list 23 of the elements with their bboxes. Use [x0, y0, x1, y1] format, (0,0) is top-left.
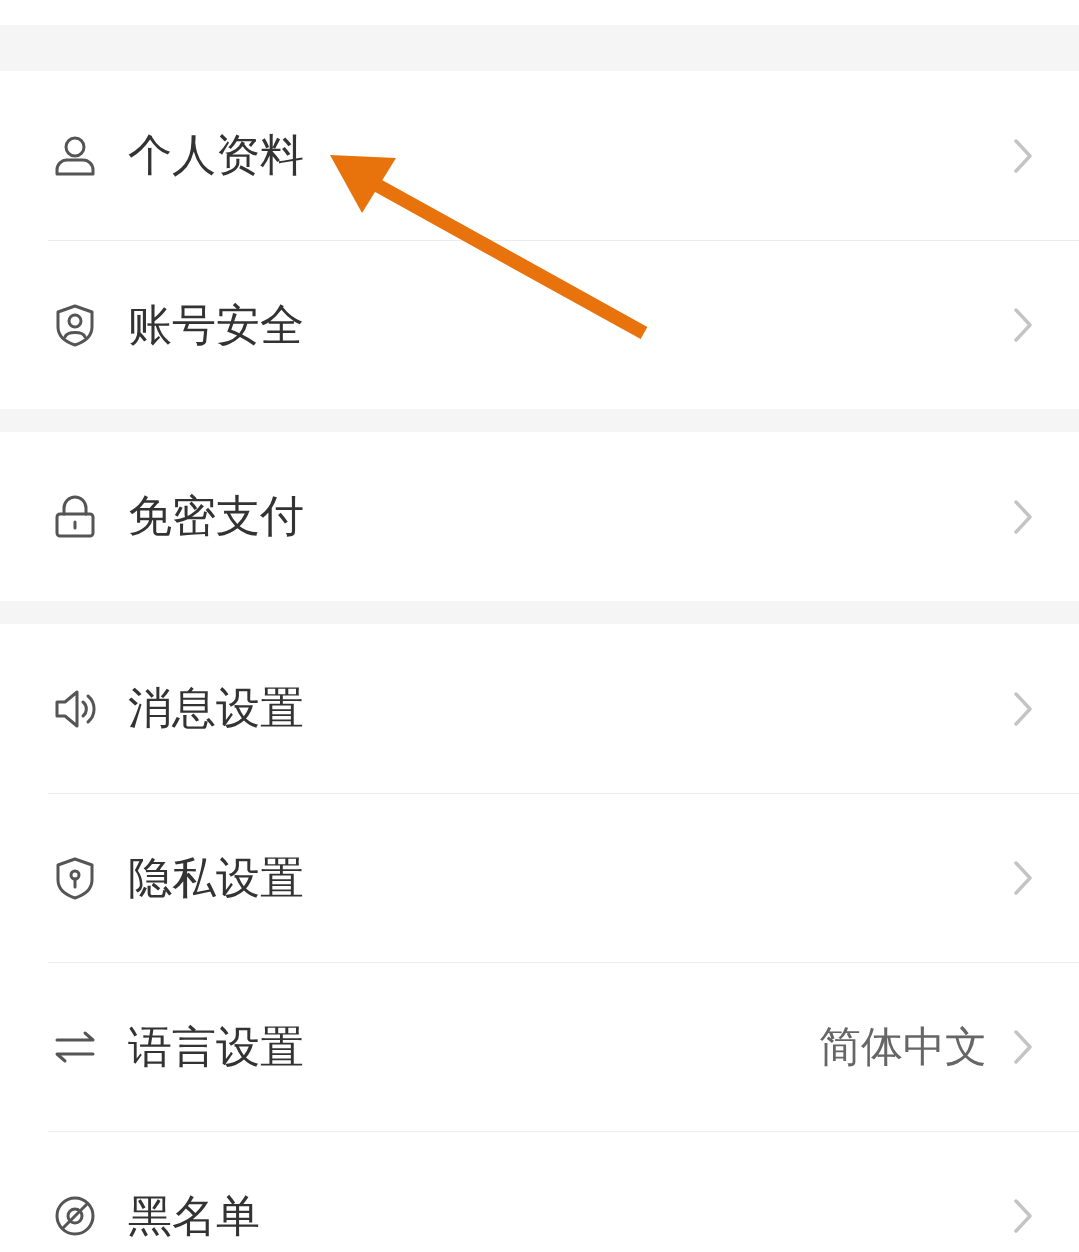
chevron-icon	[1013, 1029, 1033, 1065]
row-label: 个人资料	[128, 128, 305, 182]
lock-icon	[53, 494, 97, 539]
settings-row[interactable]: 消息设置	[48, 624, 1079, 793]
chevron-icon	[1013, 690, 1033, 727]
row-label: 账号安全	[128, 297, 305, 352]
row-label: 黑名单	[128, 1188, 261, 1243]
settings-row[interactable]: 语言设置 简体中文	[48, 962, 1079, 1131]
row-value: 简体中文	[819, 1021, 987, 1073]
settings-row[interactable]: 免密支付	[48, 432, 1079, 601]
chevron-icon	[1013, 307, 1033, 343]
chevron-icon	[1013, 137, 1033, 174]
chevron-icon	[1013, 1198, 1033, 1234]
row-label: 消息设置	[128, 681, 305, 735]
row-label: 语言设置	[128, 1019, 305, 1074]
chevron-icon	[1013, 498, 1033, 535]
row-label: 隐私设置	[128, 850, 305, 905]
chevron-icon	[1013, 860, 1033, 896]
settings-row[interactable]: 个人资料	[48, 71, 1079, 240]
settings-row[interactable]: 隐私设置	[48, 793, 1079, 962]
row-label: 免密支付	[128, 489, 305, 543]
settings-row[interactable]: 黑名单	[48, 1131, 1079, 1252]
block-icon	[53, 1194, 97, 1238]
